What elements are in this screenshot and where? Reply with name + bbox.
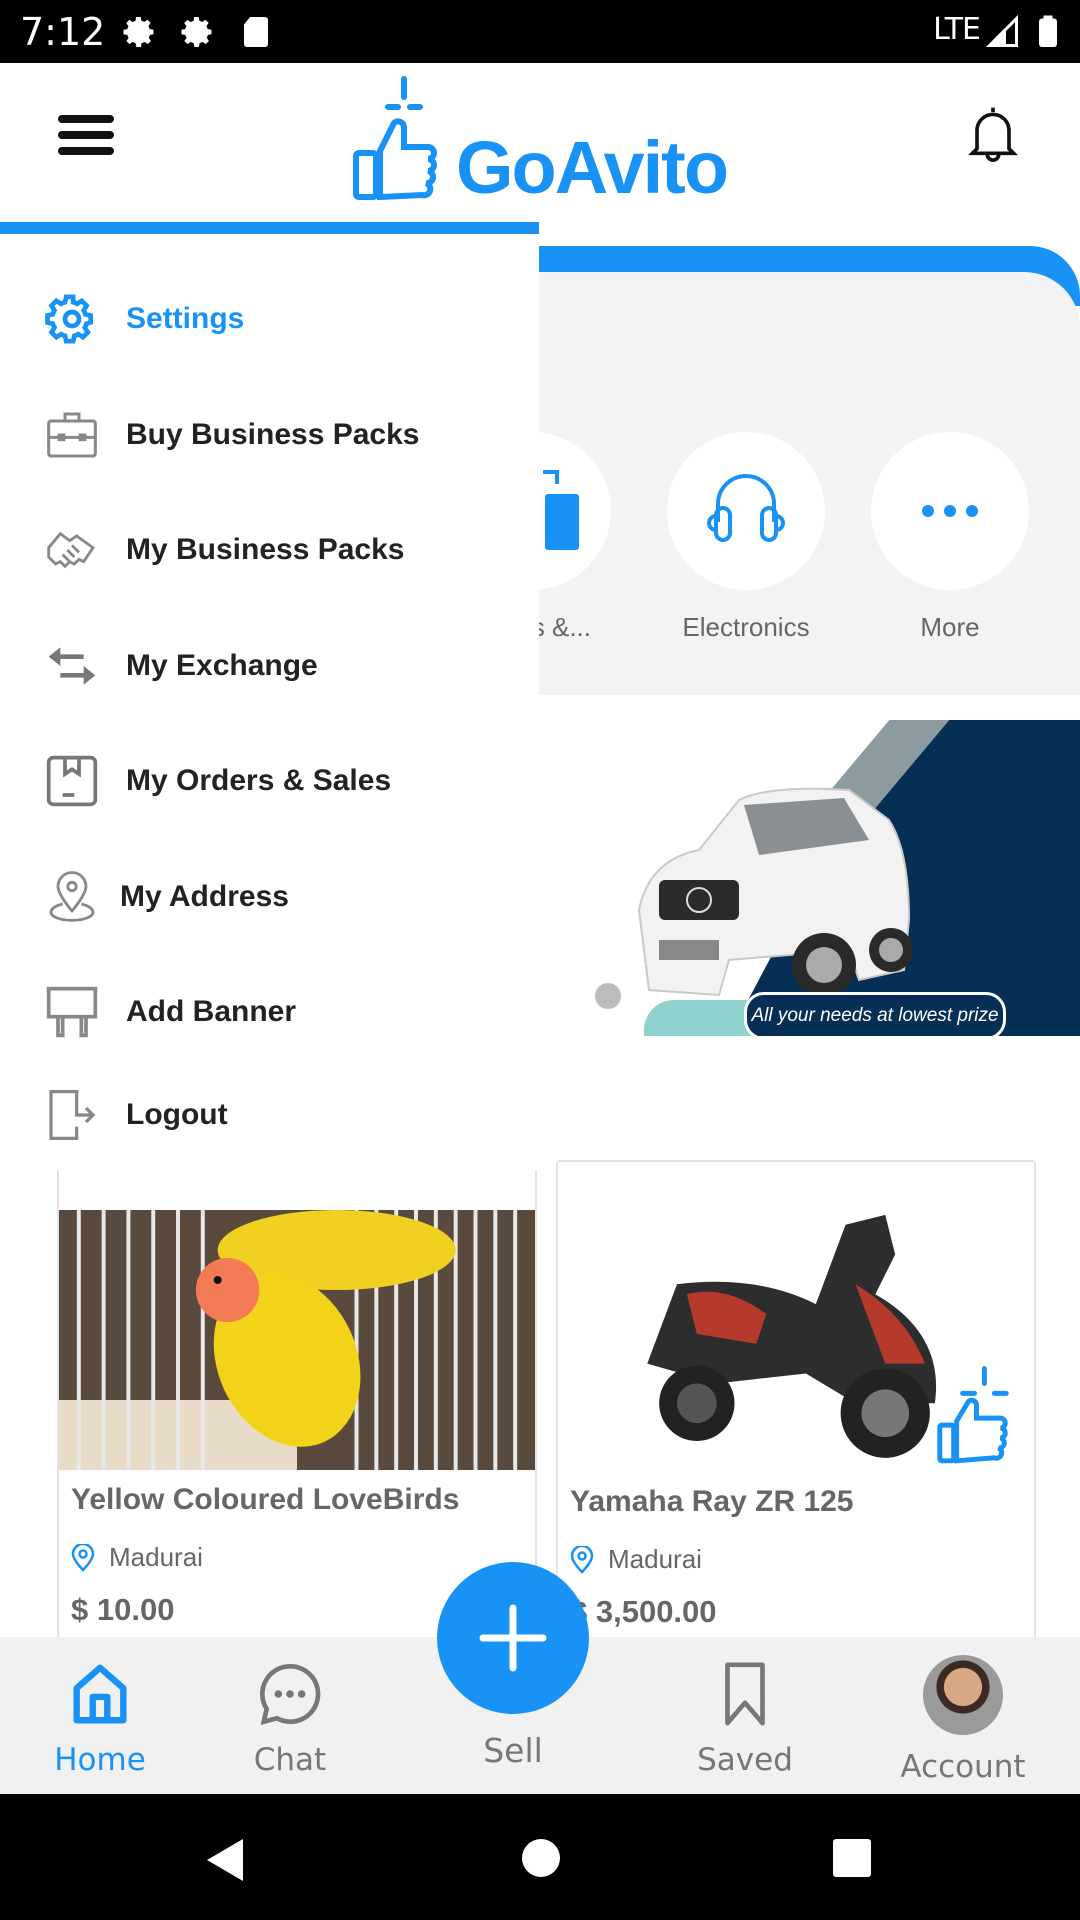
product-price: $ 3,500.00 xyxy=(570,1594,717,1629)
product-location: Madurai xyxy=(71,1542,203,1573)
drawer-item-label: Buy Business Packs xyxy=(126,418,420,451)
drawer-item-label: My Exchange xyxy=(126,649,318,682)
avatar xyxy=(923,1655,1003,1735)
product-location-text: Madurai xyxy=(109,1542,203,1572)
nav-label: Saved xyxy=(697,1742,793,1778)
bookmark-icon xyxy=(725,1662,765,1726)
categories-panel: es &... Electronics More xyxy=(453,272,1080,695)
nav-account[interactable]: Account xyxy=(888,1655,1038,1785)
drawer-item-my-address[interactable]: My Address xyxy=(44,862,524,932)
drawer-item-label: Settings xyxy=(126,302,245,335)
nav-label-sell: Sell xyxy=(483,1731,543,1770)
logo-text: GoAvito xyxy=(456,126,729,209)
product-price: $ 10.00 xyxy=(71,1592,175,1627)
nav-label: Chat xyxy=(253,1742,327,1778)
briefcase-icon xyxy=(47,412,97,458)
app-header: GoAvito xyxy=(0,63,1080,223)
drawer-item-my-orders-sales[interactable]: My Orders & Sales xyxy=(44,746,524,816)
nav-label: Home xyxy=(54,1742,146,1778)
sell-fab-button[interactable] xyxy=(437,1562,589,1714)
category-item[interactable]: Electronics xyxy=(667,432,825,643)
hamburger-line xyxy=(58,115,114,123)
hamburger-line xyxy=(58,147,114,155)
handshake-icon xyxy=(47,531,95,569)
product-location-text: Madurai xyxy=(608,1544,702,1574)
phone-icon xyxy=(543,470,579,550)
hamburger-menu-button[interactable] xyxy=(58,115,114,159)
status-bar: 7:12 LTE xyxy=(0,0,1080,63)
map-pin-icon xyxy=(49,871,95,922)
system-navigation-bar xyxy=(0,1794,1080,1920)
product-image xyxy=(558,1165,1034,1471)
nav-home[interactable]: Home xyxy=(25,1659,175,1778)
network-type: LTE xyxy=(933,12,981,47)
banner-stand-icon xyxy=(46,986,98,1038)
drawer-accent-bar xyxy=(0,222,539,234)
exchange-arrows-icon xyxy=(48,647,96,685)
gear-icon xyxy=(123,17,154,47)
plus-icon xyxy=(479,1604,547,1672)
product-title: Yamaha Ray ZR 125 xyxy=(570,1485,854,1518)
drawer-item-buy-business-packs[interactable]: Buy Business Packs xyxy=(44,400,524,470)
map-pin-icon xyxy=(71,1543,95,1572)
product-card[interactable]: Yamaha Ray ZR 125 Madurai $ 3,500.00 xyxy=(556,1160,1036,1640)
drawer-item-label: Logout xyxy=(126,1098,228,1131)
home-circle-icon[interactable] xyxy=(521,1838,561,1878)
hamburger-line xyxy=(58,131,114,139)
status-time: 7:12 xyxy=(20,10,106,54)
drawer-item-logout[interactable]: Logout xyxy=(44,1080,524,1150)
app-logo: GoAvito xyxy=(352,75,732,209)
category-label: More xyxy=(920,612,980,642)
category-circle xyxy=(667,432,825,590)
drawer-item-label: Add Banner xyxy=(126,995,297,1028)
nav-chat[interactable]: Chat xyxy=(215,1659,365,1778)
car-image xyxy=(637,787,913,997)
thumbs-up-logo-icon xyxy=(353,76,437,201)
gear-icon xyxy=(45,294,93,344)
product-card[interactable]: Yellow Coloured LoveBirds Madurai $ 10.0… xyxy=(57,1160,537,1640)
gear-icon xyxy=(181,17,212,47)
product-title: Yellow Coloured LoveBirds xyxy=(71,1483,460,1516)
drawer-item-my-business-packs[interactable]: My Business Packs xyxy=(44,515,524,585)
nav-saved[interactable]: Saved xyxy=(670,1659,820,1778)
bell-icon[interactable] xyxy=(965,103,1021,167)
promo-banner[interactable]: All your needs at lowest prize xyxy=(539,720,1080,1036)
carousel-indicator[interactable] xyxy=(595,983,621,1009)
back-icon[interactable] xyxy=(205,1837,245,1883)
drawer-item-label: My Business Packs xyxy=(126,533,405,566)
logout-icon xyxy=(49,1090,96,1140)
category-item[interactable]: More xyxy=(871,432,1029,643)
drawer-item-my-exchange[interactable]: My Exchange xyxy=(44,631,524,701)
package-icon xyxy=(46,755,98,807)
nav-label: Account xyxy=(900,1749,1026,1785)
drawer-item-settings[interactable]: Settings xyxy=(44,284,524,354)
map-pin-icon xyxy=(570,1545,594,1574)
navigation-drawer: Settings Buy Business Packs My Business … xyxy=(0,222,539,1170)
headphones-icon xyxy=(707,474,785,542)
signal-icon xyxy=(985,14,1018,47)
drawer-item-label: My Orders & Sales xyxy=(126,764,392,797)
recents-square-icon[interactable] xyxy=(832,1838,872,1878)
product-image xyxy=(59,1210,535,1470)
battery-icon xyxy=(1039,15,1057,47)
product-location: Madurai xyxy=(570,1544,702,1575)
chat-icon xyxy=(260,1663,321,1725)
banner-tagline: All your needs at lowest prize xyxy=(744,992,1006,1036)
more-dots-icon xyxy=(922,505,978,517)
category-circle xyxy=(871,432,1029,590)
drawer-item-add-banner[interactable]: Add Banner xyxy=(44,977,524,1047)
category-label: Electronics xyxy=(682,612,810,642)
home-icon xyxy=(73,1664,127,1724)
drawer-item-label: My Address xyxy=(120,880,289,913)
sd-card-icon xyxy=(244,17,268,47)
